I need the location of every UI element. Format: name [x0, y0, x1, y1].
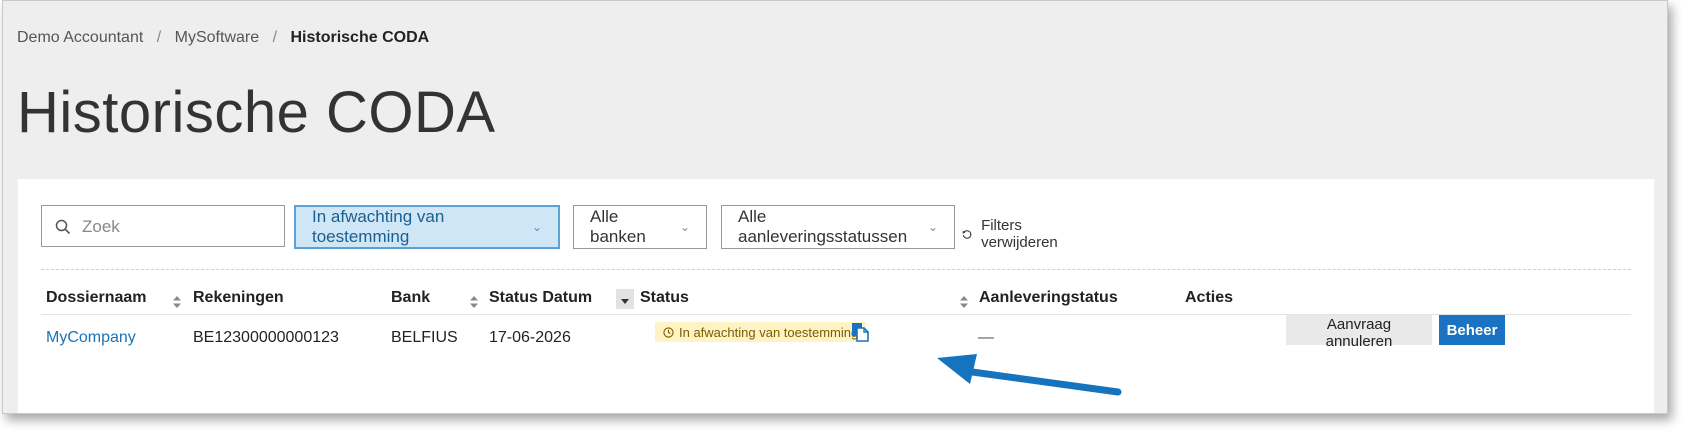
status-filter-label: In afwachting van toestemming	[312, 207, 445, 246]
filter-divider	[41, 269, 1631, 270]
search-box[interactable]	[41, 205, 285, 247]
chevron-down-icon: ⌄	[927, 220, 938, 234]
status-badge: In afwachting van toestemming	[655, 322, 867, 342]
column-aanleveringstatus[interactable]: Aanleveringstatus	[979, 289, 1118, 307]
bank-name: BELFIUS	[391, 329, 458, 346]
reset-filters-label: Filters verwijderen	[981, 217, 1058, 251]
search-icon	[55, 219, 71, 235]
delivery-filter-dropdown[interactable]: Alle aanleveringsstatussen ⌄	[721, 205, 955, 249]
status-badge-label: In afwachting van toestemming	[679, 324, 859, 340]
sort-icon	[621, 299, 629, 304]
column-dossiernaam[interactable]: Dossiernaam	[46, 289, 147, 307]
column-rekeningen[interactable]: Rekeningen	[193, 289, 284, 307]
chevron-down-icon: ⌄	[679, 220, 690, 234]
chevron-down-icon: ⌄	[531, 220, 542, 234]
column-status-datum[interactable]: Status Datum	[489, 289, 592, 307]
clock-icon	[663, 326, 674, 338]
table-header: Dossiernaam Rekeningen Bank Status Datum…	[41, 289, 1631, 315]
bank-filter-dropdown[interactable]: Alle banken ⌄	[573, 205, 707, 249]
breadcrumb-separator: /	[272, 29, 278, 46]
copy-icon[interactable]	[851, 322, 869, 342]
content-panel: In afwachting van toestemming ⌄ Alle ban…	[18, 179, 1654, 413]
delivery-status: —	[978, 329, 994, 346]
account-number: BE12300000000123	[193, 329, 339, 346]
sort-icon[interactable]	[172, 295, 182, 309]
status-filter-dropdown[interactable]: In afwachting van toestemming ⌄	[294, 205, 560, 249]
sort-icon[interactable]	[959, 295, 969, 309]
reset-filters-button[interactable]: Filters verwijderen	[962, 217, 1063, 251]
search-input[interactable]	[80, 214, 279, 240]
reset-icon	[962, 229, 972, 239]
breadcrumb-current: Historische CODA	[290, 29, 430, 46]
column-acties: Acties	[1185, 289, 1234, 306]
breadcrumb-item-accountant[interactable]: Demo Accountant	[17, 29, 143, 46]
column-bank[interactable]: Bank	[391, 289, 430, 307]
manage-button[interactable]: Beheer	[1439, 315, 1505, 345]
delivery-filter-label: Alle aanleveringsstatussen	[738, 207, 908, 246]
breadcrumb-separator: /	[156, 29, 162, 46]
sort-desc-indicator[interactable]	[616, 289, 634, 309]
status-date: 17-06-2026	[489, 329, 571, 346]
breadcrumb: Demo Accountant / MySoftware / Historisc…	[17, 29, 429, 47]
column-status[interactable]: Status	[640, 289, 689, 307]
bank-filter-label: Alle banken	[590, 207, 646, 246]
cancel-request-button[interactable]: Aanvraag annuleren	[1286, 315, 1432, 350]
breadcrumb-item-software[interactable]: MySoftware	[175, 29, 259, 46]
sort-icon[interactable]	[469, 295, 479, 309]
dossier-link[interactable]: MyCompany	[46, 329, 136, 347]
page-title: Historische CODA	[17, 80, 496, 145]
app-window: Demo Accountant / MySoftware / Historisc…	[2, 0, 1668, 414]
